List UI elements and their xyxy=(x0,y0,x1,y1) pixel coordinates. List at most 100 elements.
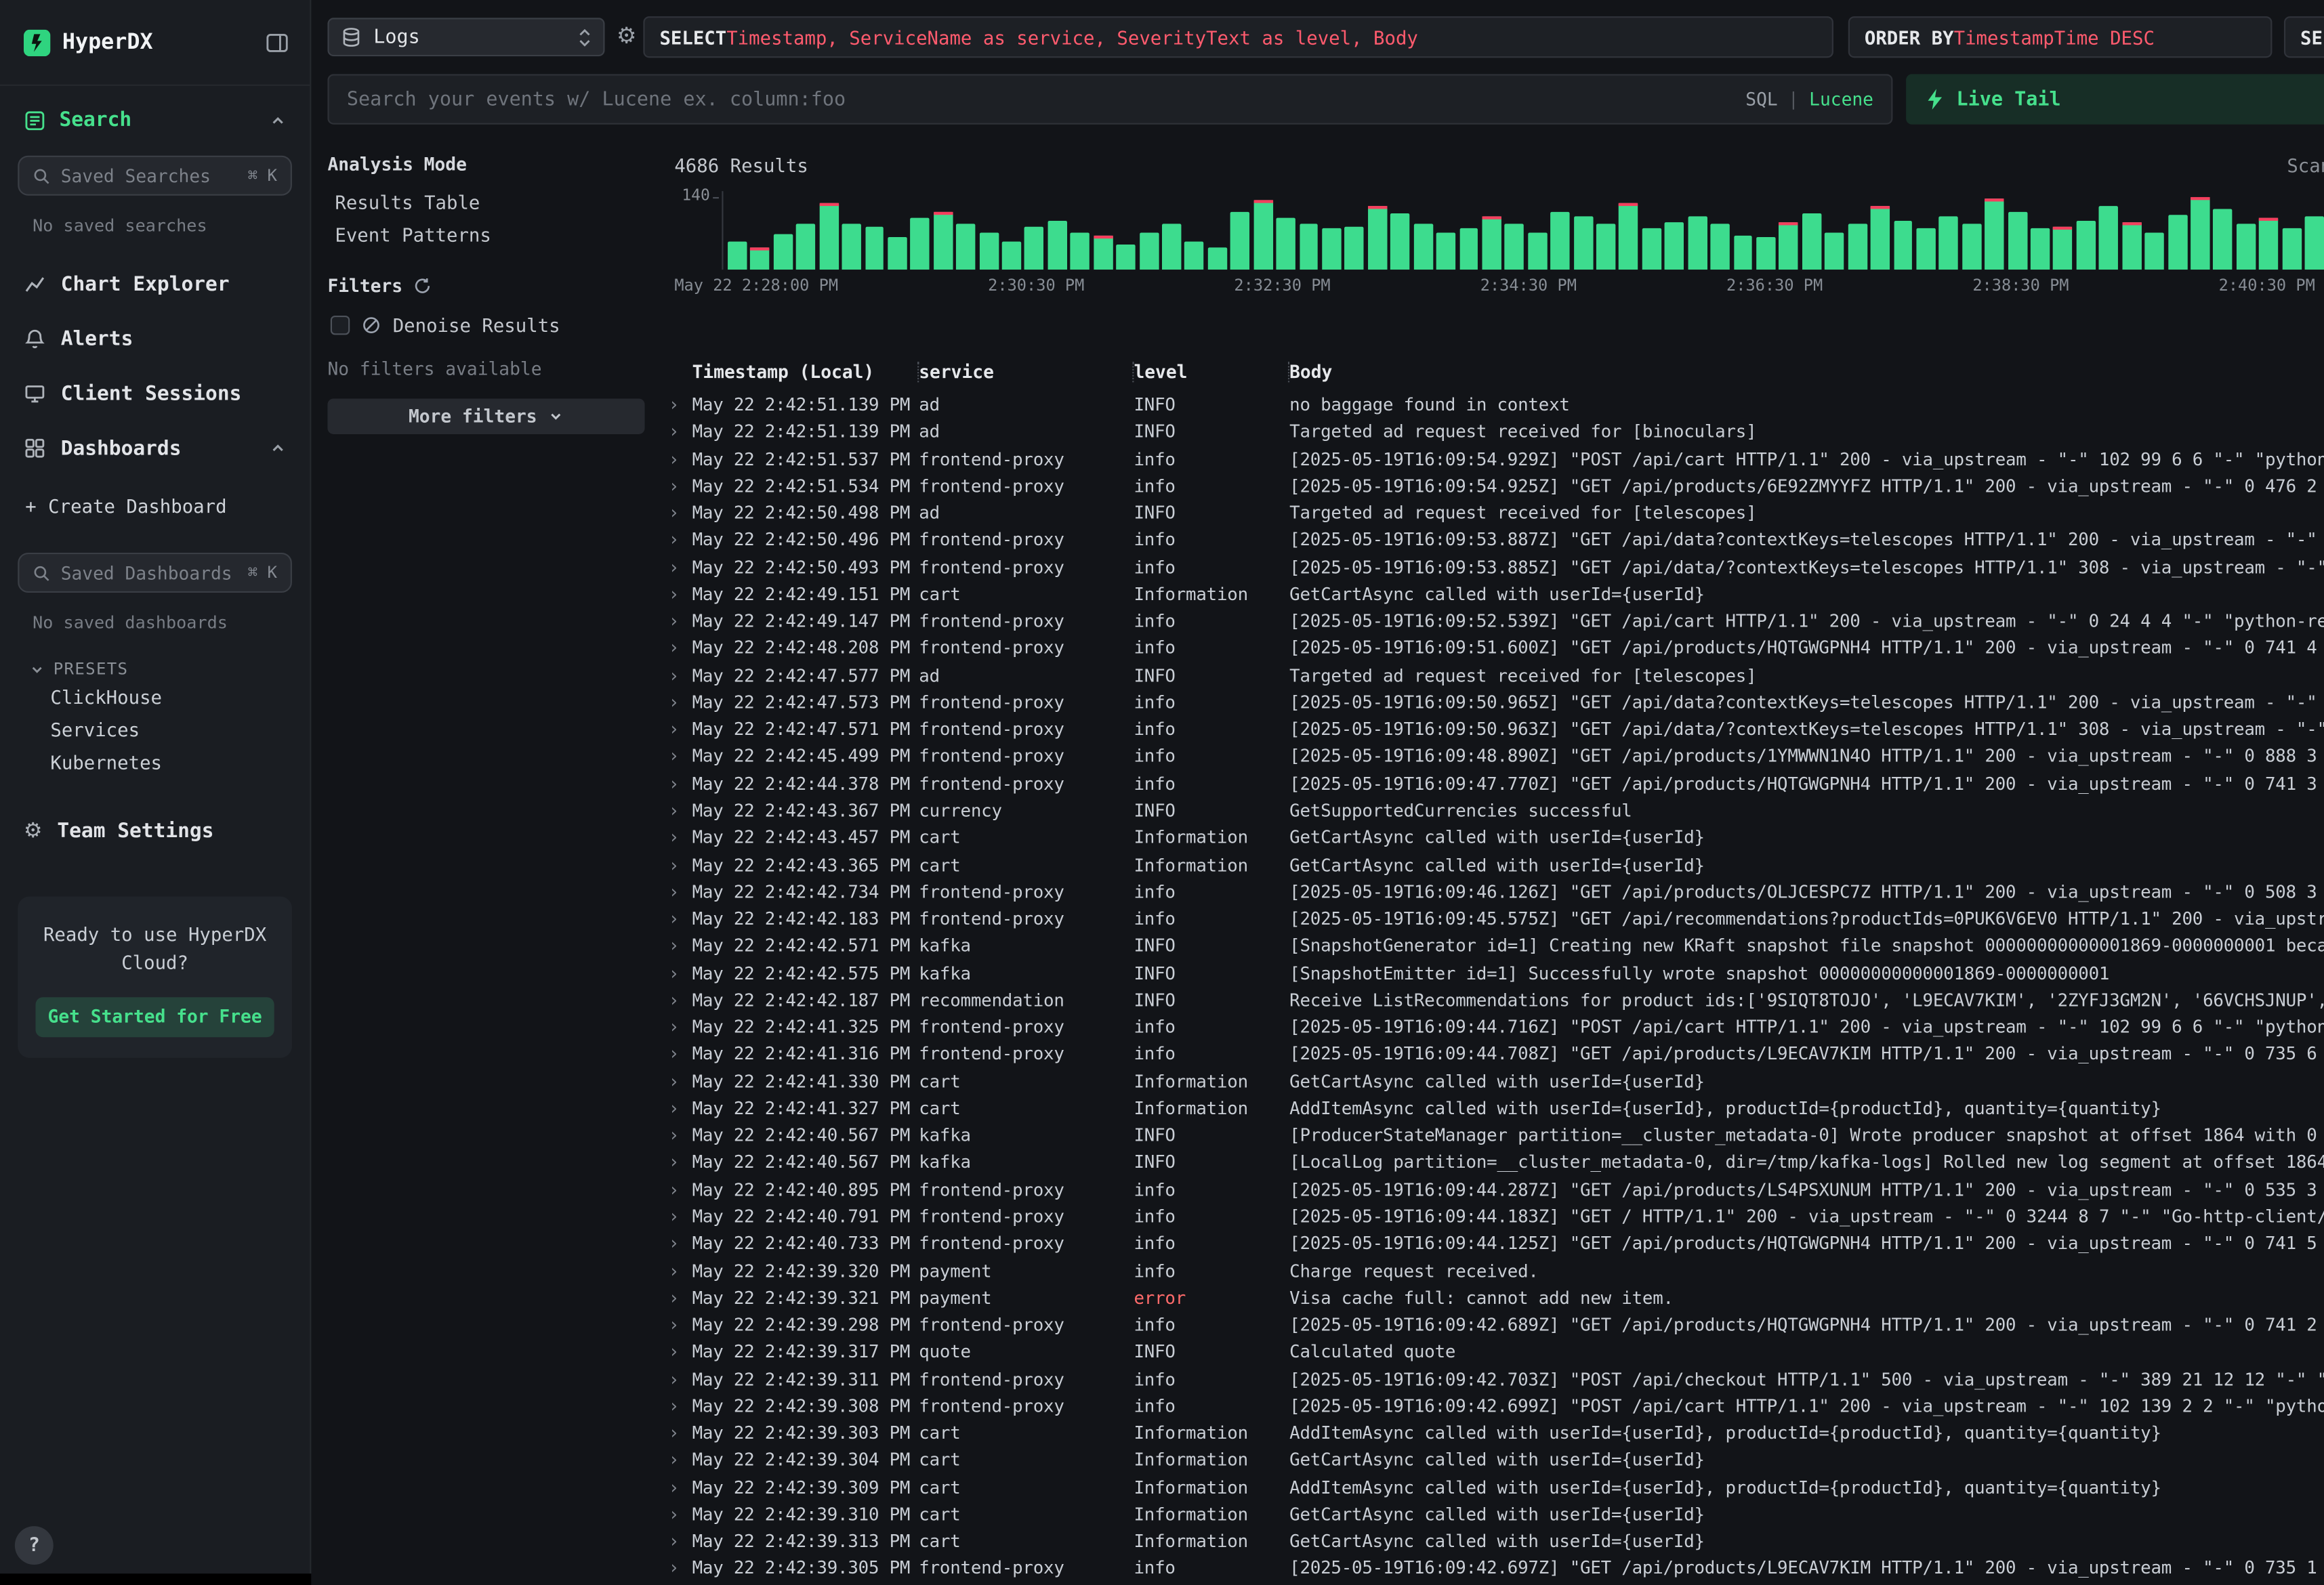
histogram-bar[interactable] xyxy=(1047,221,1066,270)
table-row[interactable]: ›May 22 2:42:39.317 PMquoteINFOCalculate… xyxy=(669,1338,2324,1366)
histogram-bar[interactable] xyxy=(2145,232,2164,270)
table-row[interactable]: ›May 22 2:42:47.577 PMadINFOTargeted ad … xyxy=(669,662,2324,689)
table-row[interactable]: ›May 22 2:42:47.573 PMfrontend-proxyinfo… xyxy=(669,689,2324,716)
preset-item[interactable]: Kubernetes xyxy=(0,747,310,780)
column-header-level[interactable]: level xyxy=(1134,362,1289,383)
histogram-bar[interactable] xyxy=(1117,244,1136,270)
table-row[interactable]: ›May 22 2:42:44.378 PMfrontend-proxyinfo… xyxy=(669,770,2324,797)
preset-item[interactable]: Services xyxy=(0,714,310,746)
table-row[interactable]: ›May 22 2:42:50.496 PMfrontend-proxyinfo… xyxy=(669,526,2324,553)
table-row[interactable]: ›May 22 2:42:39.303 PMcartInformationAdd… xyxy=(669,1420,2324,1447)
row-expand-chevron-icon[interactable]: › xyxy=(669,879,692,906)
histogram-bar[interactable] xyxy=(774,234,793,270)
lucene-toggle[interactable]: Lucene xyxy=(1809,89,1873,110)
row-expand-chevron-icon[interactable]: › xyxy=(669,553,692,580)
table-row[interactable]: ›May 22 2:42:41.325 PMfrontend-proxyinfo… xyxy=(669,1013,2324,1040)
row-expand-chevron-icon[interactable]: › xyxy=(669,499,692,526)
column-header-body[interactable]: Body xyxy=(1289,362,2324,383)
histogram-bar[interactable] xyxy=(2054,226,2073,270)
table-row[interactable]: ›May 22 2:42:43.457 PMcartInformationGet… xyxy=(669,824,2324,851)
histogram-bar[interactable] xyxy=(1139,232,1158,270)
histogram-bar[interactable] xyxy=(1094,235,1113,270)
histogram-bar[interactable] xyxy=(1505,224,1524,270)
histogram-bar[interactable] xyxy=(1733,235,1752,270)
preset-item[interactable]: ClickHouse xyxy=(0,681,310,714)
table-row[interactable]: ›May 22 2:42:51.139 PMadINFOno baggage f… xyxy=(669,392,2324,419)
chevron-up-icon[interactable] xyxy=(270,440,286,457)
histogram-bar[interactable] xyxy=(1802,213,1821,270)
histogram-bar[interactable] xyxy=(1025,226,1044,270)
histogram-bar[interactable] xyxy=(2099,206,2118,270)
row-expand-chevron-icon[interactable]: › xyxy=(669,1203,692,1230)
table-row[interactable]: ›May 22 2:42:39.321 PMpaymenterrorVisa c… xyxy=(669,1284,2324,1311)
source-select[interactable]: Logs xyxy=(327,18,604,56)
table-row[interactable]: ›May 22 2:42:43.367 PMcurrencyINFOGetSup… xyxy=(669,797,2324,824)
histogram-bar[interactable] xyxy=(979,233,998,270)
histogram-bar[interactable] xyxy=(1916,229,1935,270)
table-row[interactable]: ›May 22 2:42:50.498 PMadINFOTargeted ad … xyxy=(669,499,2324,526)
sidebar-item-search[interactable]: Search xyxy=(24,108,286,132)
table-row[interactable]: ›May 22 2:42:41.327 PMcartInformationAdd… xyxy=(669,1095,2324,1122)
table-row[interactable]: ›May 22 2:42:40.733 PMfrontend-proxyinfo… xyxy=(669,1230,2324,1257)
histogram-bar[interactable] xyxy=(1368,205,1387,270)
row-expand-chevron-icon[interactable]: › xyxy=(669,743,692,770)
histogram-bar[interactable] xyxy=(1711,224,1730,270)
row-expand-chevron-icon[interactable]: › xyxy=(669,1284,692,1311)
table-row[interactable]: ›May 22 2:42:41.330 PMcartInformationGet… xyxy=(669,1068,2324,1095)
histogram-bar[interactable] xyxy=(934,213,953,270)
histogram-bar[interactable] xyxy=(1413,224,1432,270)
row-expand-chevron-icon[interactable]: › xyxy=(669,1068,692,1095)
row-expand-chevron-icon[interactable]: › xyxy=(669,1420,692,1447)
search-input[interactable]: Search your events w/ Lucene ex. column:… xyxy=(327,74,1892,124)
table-row[interactable]: ›May 22 2:42:41.316 PMfrontend-proxyinfo… xyxy=(669,1040,2324,1068)
select-clause-input[interactable]: SELECT Timestamp, ServiceName as service… xyxy=(643,16,1833,58)
table-row[interactable]: ›May 22 2:42:51.139 PMadINFOTargeted ad … xyxy=(669,418,2324,445)
histogram-bar[interactable] xyxy=(819,203,838,270)
histogram-bar[interactable] xyxy=(2305,217,2324,270)
table-row[interactable]: ›May 22 2:42:42.187 PMrecommendationINFO… xyxy=(669,987,2324,1014)
analysis-mode-option[interactable]: Results Table xyxy=(335,187,659,219)
table-row[interactable]: ›May 22 2:42:39.298 PMfrontend-proxyinfo… xyxy=(669,1311,2324,1338)
histogram-bar[interactable] xyxy=(1573,217,1592,270)
row-expand-chevron-icon[interactable]: › xyxy=(669,392,692,419)
row-expand-chevron-icon[interactable]: › xyxy=(669,445,692,472)
row-expand-chevron-icon[interactable]: › xyxy=(669,987,692,1014)
sidebar-item-dashboards[interactable]: Dashboards xyxy=(0,421,310,476)
histogram-bar[interactable] xyxy=(1825,232,1844,270)
histogram-bar[interactable] xyxy=(1390,213,1409,270)
histogram-bar[interactable] xyxy=(1253,199,1272,270)
histogram-bar[interactable] xyxy=(1002,242,1021,270)
saved-searches-input[interactable]: Saved Searches ⌘ K xyxy=(18,156,292,196)
table-row[interactable]: ›May 22 2:42:39.311 PMfrontend-proxyinfo… xyxy=(669,1366,2324,1393)
row-expand-chevron-icon[interactable]: › xyxy=(669,689,692,716)
row-expand-chevron-icon[interactable]: › xyxy=(669,1040,692,1068)
table-row[interactable]: ›May 22 2:42:50.493 PMfrontend-proxyinfo… xyxy=(669,553,2324,580)
sidebar-item-team-settings[interactable]: ⚙ Team Settings xyxy=(0,803,310,858)
histogram-bar[interactable] xyxy=(751,247,770,270)
histogram-bar[interactable] xyxy=(1230,211,1249,270)
table-row[interactable]: ›May 22 2:42:49.147 PMfrontend-proxyinfo… xyxy=(669,608,2324,635)
histogram-bar[interactable] xyxy=(2214,208,2233,270)
histogram-bar[interactable] xyxy=(2076,220,2095,270)
histogram-bar[interactable] xyxy=(1688,217,1707,270)
histogram-bar[interactable] xyxy=(1322,229,1341,270)
histogram-bar[interactable] xyxy=(1756,237,1775,270)
histogram-bar[interactable] xyxy=(911,218,930,270)
histogram-bar[interactable] xyxy=(2237,224,2256,270)
row-expand-chevron-icon[interactable]: › xyxy=(669,1555,692,1582)
row-expand-chevron-icon[interactable]: › xyxy=(669,770,692,797)
row-expand-chevron-icon[interactable]: › xyxy=(669,662,692,689)
column-header-timestamp[interactable]: Timestamp (Local) xyxy=(692,362,919,383)
histogram-bar[interactable] xyxy=(2167,215,2186,270)
row-expand-chevron-icon[interactable]: › xyxy=(669,635,692,662)
table-row[interactable]: ›May 22 2:42:39.304 PMcartInformationGet… xyxy=(669,1447,2324,1474)
histogram-bar[interactable] xyxy=(842,224,861,270)
histogram-bar[interactable] xyxy=(865,226,884,270)
row-expand-chevron-icon[interactable]: › xyxy=(669,797,692,824)
histogram-bar[interactable] xyxy=(2259,218,2278,270)
analysis-mode-option[interactable]: Event Patterns xyxy=(335,219,659,252)
table-row[interactable]: ›May 22 2:42:42.575 PMkafkaINFO[Snapshot… xyxy=(669,960,2324,987)
histogram-bar[interactable] xyxy=(2031,229,2050,270)
row-expand-chevron-icon[interactable]: › xyxy=(669,824,692,851)
histogram-bar[interactable] xyxy=(1459,229,1478,270)
